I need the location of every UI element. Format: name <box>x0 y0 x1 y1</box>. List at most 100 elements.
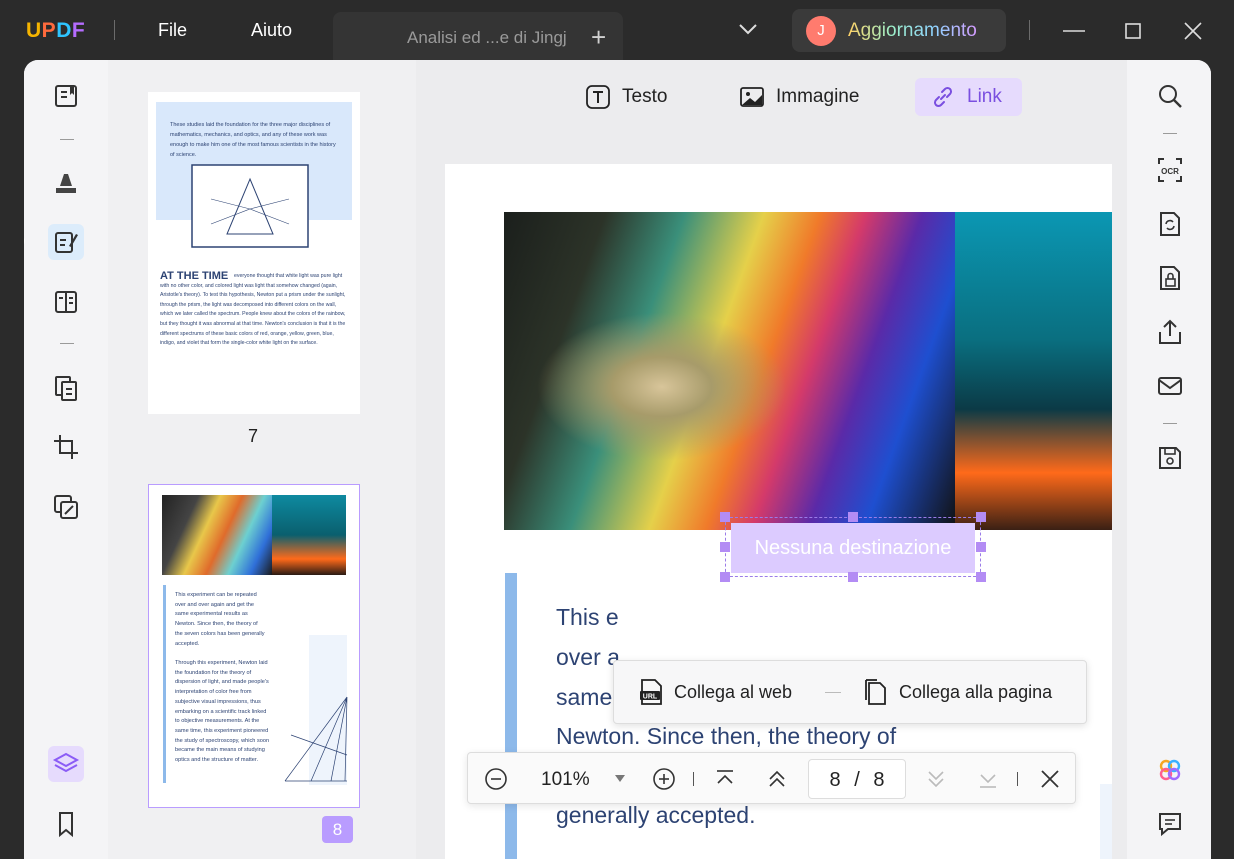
page-thumbnail-8[interactable]: This experiment can be repeated over and… <box>148 484 360 808</box>
svg-text:URL: URL <box>643 694 658 701</box>
add-link-label: Link <box>967 86 1002 107</box>
chevron-down-icon[interactable] <box>738 22 758 36</box>
menu-file[interactable]: File <box>158 20 187 41</box>
protect-document-icon[interactable] <box>1156 264 1184 292</box>
link-to-web-label: Collega al web <box>674 681 793 702</box>
thumbnail-panel: These studies laid the foundation for th… <box>108 60 416 859</box>
next-page-icon[interactable] <box>924 767 948 791</box>
rainbow-photo-thumb <box>162 495 272 575</box>
zoom-in-icon[interactable] <box>652 767 676 791</box>
current-page: 8 <box>829 769 841 791</box>
highlighter-icon <box>56 174 76 193</box>
zoom-navigation-bar: 101% 8 / 8 <box>467 752 1076 804</box>
comment-icon[interactable] <box>1156 810 1184 838</box>
last-page-icon[interactable] <box>976 767 1000 791</box>
page-number-8: 8 <box>322 816 353 843</box>
side-panel-edge <box>1100 784 1112 859</box>
add-text-label: Testo <box>622 86 668 107</box>
comment-mode-button[interactable] <box>48 164 84 200</box>
thumb-paragraph-1: This experiment can be repeated over and… <box>175 592 265 647</box>
divider <box>114 20 115 40</box>
app-window: These studies laid the foundation for th… <box>24 60 1211 859</box>
reader-mode-button[interactable] <box>48 78 84 114</box>
page-thumbnail-7[interactable]: These studies laid the foundation for th… <box>148 92 360 414</box>
edit-mode-button[interactable] <box>48 224 84 260</box>
divider <box>60 139 74 140</box>
add-text-button[interactable]: Testo <box>570 78 683 116</box>
form-icon <box>55 291 77 313</box>
edit-document-icon <box>55 232 78 253</box>
active-indicator-icon <box>24 237 25 245</box>
quote-accent-bar <box>505 573 517 859</box>
zoom-dropdown-icon[interactable] <box>614 774 626 784</box>
resize-handle[interactable] <box>720 542 730 552</box>
upgrade-button[interactable]: J Aggiornamento <box>792 9 1006 52</box>
close-icon[interactable] <box>1180 18 1206 44</box>
resize-handle[interactable] <box>720 572 730 582</box>
image-tool-icon <box>740 87 764 107</box>
total-pages: 8 <box>873 769 885 791</box>
layers-icon <box>52 752 80 773</box>
ai-assistant-icon[interactable] <box>1156 756 1184 784</box>
convert-document-icon[interactable] <box>1156 210 1184 238</box>
layers-button[interactable] <box>48 746 84 782</box>
link-to-web-button[interactable]: URL Collega al web <box>638 678 792 706</box>
thumb-paragraph-2: Through this experiment, Newton laid the… <box>175 660 270 764</box>
form-mode-button[interactable] <box>48 284 84 320</box>
rainbow-disc-photo[interactable] <box>504 212 955 530</box>
resize-handle[interactable] <box>976 572 986 582</box>
url-icon: URL <box>640 679 662 705</box>
convert-icon <box>54 495 78 519</box>
email-icon[interactable] <box>1156 372 1184 400</box>
body-line-5: generally accepted. <box>556 802 756 828</box>
link-to-page-label: Collega alla pagina <box>899 681 1053 702</box>
minimize-icon[interactable] <box>1061 18 1087 44</box>
zoom-level[interactable]: 101% <box>541 769 590 791</box>
book-icon <box>55 85 77 107</box>
add-image-label: Immagine <box>776 86 860 107</box>
document-tab[interactable]: Analisi ed ...e di Jingj + <box>333 12 623 60</box>
resize-handle[interactable] <box>976 512 986 522</box>
divider <box>825 692 841 693</box>
organize-pages-button[interactable] <box>48 370 84 406</box>
resize-handle[interactable] <box>720 512 730 522</box>
link-to-page-button[interactable]: Collega alla pagina <box>863 678 1052 706</box>
prism-photo[interactable] <box>955 212 1112 530</box>
share-icon[interactable] <box>1156 318 1184 346</box>
crop-pages-button[interactable] <box>48 429 84 465</box>
link-type-popup: URL Collega al web Collega alla pagina <box>613 660 1087 724</box>
add-link-button[interactable]: Link <box>915 78 1022 116</box>
convert-button[interactable] <box>48 489 84 525</box>
link-destination-label[interactable]: Nessuna destinazione <box>731 523 975 573</box>
updf-logo: UPDF <box>26 19 86 42</box>
close-icon[interactable] <box>1038 767 1062 791</box>
divider <box>1163 423 1177 424</box>
maximize-icon[interactable] <box>1120 18 1146 44</box>
search-icon[interactable] <box>1156 82 1184 110</box>
previous-page-icon[interactable] <box>765 767 789 791</box>
save-icon[interactable] <box>1156 444 1184 472</box>
add-image-button[interactable]: Immagine <box>724 78 875 116</box>
page-separator: / <box>854 769 860 791</box>
right-toolbar: OCR <box>1127 60 1211 859</box>
bookmark-button[interactable] <box>48 806 84 842</box>
avatar[interactable]: J <box>806 16 836 46</box>
upgrade-label: Aggiornamento <box>848 20 977 41</box>
body-line-4: Newton. Since then, the theory of <box>556 723 897 749</box>
resize-handle[interactable] <box>848 512 858 522</box>
resize-handle[interactable] <box>848 572 858 582</box>
zoom-out-icon[interactable] <box>484 767 508 791</box>
body-line-1: This e <box>556 604 619 630</box>
resize-handle[interactable] <box>976 542 986 552</box>
prism-diagram-icon <box>191 164 309 248</box>
page-number-input[interactable]: 8 / 8 <box>808 759 906 799</box>
first-page-icon[interactable] <box>713 767 737 791</box>
crop-icon <box>54 435 78 459</box>
divider <box>1163 133 1177 134</box>
ocr-icon[interactable]: OCR <box>1156 156 1184 184</box>
divider <box>1017 772 1018 786</box>
left-toolbar <box>24 60 108 859</box>
menu-help[interactable]: Aiuto <box>251 20 292 41</box>
title-bar: UPDF File Aiuto Analisi ed ...e di Jingj… <box>0 0 1234 60</box>
new-tab-button[interactable]: + <box>591 22 606 53</box>
